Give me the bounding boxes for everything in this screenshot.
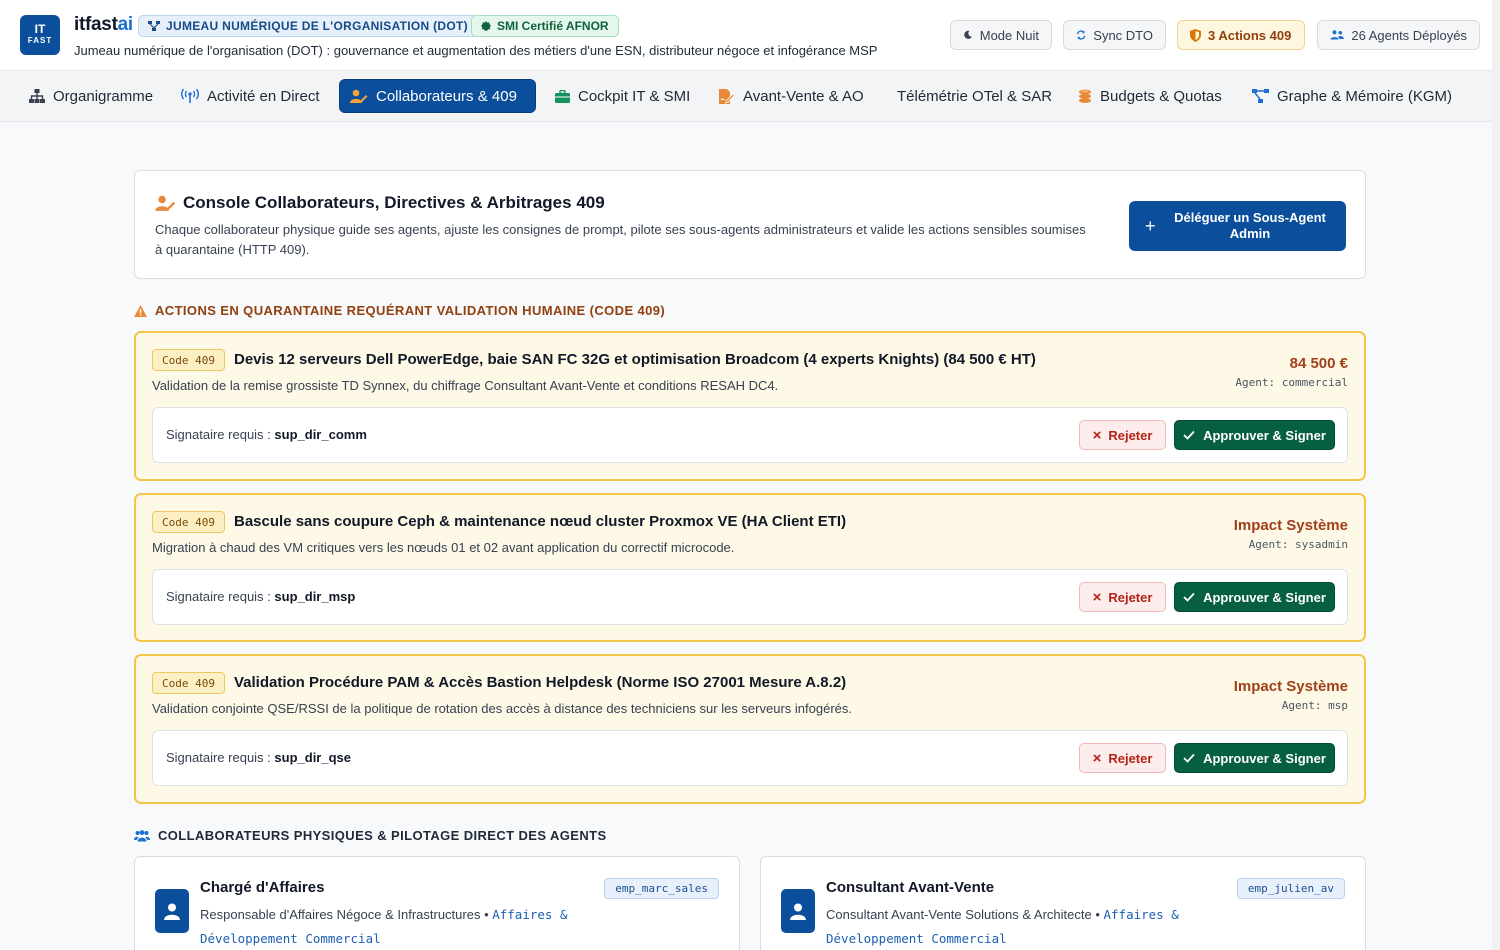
brand-name: itfastai: [74, 14, 133, 35]
collaborator-card[interactable]: Consultant Avant-Vente Consultant Avant-…: [760, 856, 1366, 950]
signer-label: Signataire requis : sup_dir_comm: [166, 427, 367, 442]
quarantine-item: Code 409 Devis 12 serveurs Dell PowerEdg…: [134, 331, 1366, 481]
quarantine-description: Migration à chaud des VM critiques vers …: [152, 540, 735, 555]
code-409-badge: Code 409: [152, 349, 225, 371]
approve-sign-button[interactable]: Approuver & Signer: [1174, 743, 1335, 773]
close-icon: ×: [1092, 426, 1102, 444]
main-nav: Organigramme Activité en Direct Collabor…: [0, 71, 1500, 122]
tab-activite[interactable]: Activité en Direct: [171, 79, 330, 113]
collaborator-name: Chargé d'Affaires: [200, 879, 325, 896]
avatar: [155, 889, 189, 933]
tab-telemetrie[interactable]: Télémétrie OTel & SAR: [887, 79, 1062, 113]
smi-badge: SMI Certifié AFNOR: [471, 15, 619, 37]
header-subtitle: Jumeau numérique de l'organisation (DOT)…: [74, 43, 878, 58]
certificate-icon: [481, 21, 491, 31]
quarantine-agent: Agent: sysadmin: [1248, 538, 1348, 551]
scrollbar[interactable]: [1492, 0, 1500, 950]
signer-label: Signataire requis : sup_dir_msp: [166, 589, 356, 604]
moon-icon: [964, 30, 972, 39]
reject-button[interactable]: × Rejeter: [1079, 582, 1166, 612]
quarantine-title: Devis 12 serveurs Dell PowerEdge, baie S…: [234, 351, 1036, 368]
quarantine-amount: 84 500 €: [1289, 355, 1348, 372]
user-edit-icon: [155, 195, 176, 211]
close-icon: ×: [1092, 749, 1102, 767]
app-logo[interactable]: IT FAST: [20, 15, 60, 55]
code-409-badge: Code 409: [152, 511, 225, 533]
reject-button[interactable]: × Rejeter: [1079, 743, 1166, 773]
tab-cockpit[interactable]: Cockpit IT & SMI: [545, 79, 700, 113]
console-title: Console Collaborateurs, Directives & Arb…: [183, 193, 605, 212]
employee-id-tag: emp_marc_sales: [604, 878, 719, 899]
tab-avant-vente[interactable]: Avant-Vente & AO: [709, 79, 874, 113]
actions-409-button[interactable]: 3 Actions 409: [1177, 20, 1305, 50]
tab-graphe[interactable]: Graphe & Mémoire (KGM): [1242, 79, 1462, 113]
signer-label: Signataire requis : sup_dir_qse: [166, 750, 351, 765]
broadcast-icon: [181, 89, 199, 103]
quarantine-description: Validation de la remise grossiste TD Syn…: [152, 378, 779, 393]
quarantine-impact: Impact Système: [1233, 517, 1348, 534]
file-signature-icon: [719, 88, 735, 104]
briefcase-icon: [555, 89, 570, 103]
collaborator-role: Consultant Avant-Vente Solutions & Archi…: [826, 907, 1179, 946]
night-mode-button[interactable]: Mode Nuit: [950, 20, 1052, 50]
collaborators-section-title: COLLABORATEURS PHYSIQUES & PILOTAGE DIRE…: [134, 828, 607, 843]
quarantine-item: Code 409 Bascule sans coupure Ceph & mai…: [134, 493, 1366, 642]
check-icon: [1183, 592, 1195, 602]
warning-icon: [134, 304, 147, 317]
signature-box: Signataire requis : sup_dir_qse × Rejete…: [152, 730, 1348, 786]
user-icon: [164, 903, 180, 920]
plus-icon: +: [1145, 216, 1156, 236]
collaborator-role: Responsable d'Affaires Négoce & Infrastr…: [200, 907, 568, 946]
users-icon: [134, 829, 150, 841]
quarantine-impact: Impact Système: [1233, 678, 1348, 695]
tab-collaborateurs[interactable]: Collaborateurs & 409: [339, 79, 536, 113]
network-icon: [148, 21, 160, 31]
dot-badge: JUMEAU NUMÉRIQUE DE L'ORGANISATION (DOT): [138, 15, 478, 37]
deployed-agents-button[interactable]: 26 Agents Déployés: [1317, 20, 1480, 50]
quarantine-description: Validation conjointe QSE/RSSI de la poli…: [152, 701, 852, 716]
delegate-sub-agent-button[interactable]: + Déléguer un Sous-Agent Admin: [1129, 201, 1346, 251]
close-icon: ×: [1092, 588, 1102, 606]
check-icon: [1183, 430, 1195, 440]
user-icon: [790, 903, 806, 920]
avatar: [781, 889, 815, 933]
employee-id-tag: emp_julien_av: [1236, 878, 1345, 899]
sync-dto-button[interactable]: Sync DTO: [1063, 20, 1166, 50]
collaborator-card[interactable]: Chargé d'Affaires Responsable d'Affaires…: [134, 856, 740, 950]
quarantine-title: Validation Procédure PAM & Accès Bastion…: [234, 674, 847, 691]
signature-box: Signataire requis : sup_dir_msp × Rejete…: [152, 569, 1348, 625]
approve-sign-button[interactable]: Approuver & Signer: [1174, 582, 1335, 612]
quarantine-section-title: ACTIONS EN QUARANTAINE REQUÉRANT VALIDAT…: [134, 303, 665, 318]
reject-button[interactable]: × Rejeter: [1079, 420, 1166, 450]
user-edit-icon: [350, 89, 368, 103]
code-409-badge: Code 409: [152, 672, 225, 694]
quarantine-item: Code 409 Validation Procédure PAM & Accè…: [134, 654, 1366, 804]
console-description: Chaque collaborateur physique guide ses …: [155, 222, 1086, 257]
signature-box: Signataire requis : sup_dir_comm × Rejet…: [152, 407, 1348, 463]
console-card: Console Collaborateurs, Directives & Arb…: [134, 170, 1366, 279]
tab-organigramme[interactable]: Organigramme: [19, 79, 163, 113]
tab-budgets[interactable]: Budgets & Quotas: [1068, 79, 1232, 113]
shield-icon: [1190, 28, 1201, 42]
quarantine-title: Bascule sans coupure Ceph & maintenance …: [234, 513, 847, 530]
sitemap-icon: [29, 89, 45, 103]
quarantine-agent: Agent: commercial: [1235, 376, 1348, 389]
sync-icon: [1077, 30, 1086, 40]
approve-sign-button[interactable]: Approuver & Signer: [1174, 420, 1335, 450]
project-diagram-icon: [1252, 89, 1269, 103]
check-icon: [1183, 753, 1195, 763]
users-icon: [1330, 30, 1344, 40]
coins-icon: [1079, 89, 1091, 103]
quarantine-agent: Agent: msp: [1281, 699, 1348, 712]
app-header: IT FAST itfastai JUMEAU NUMÉRIQUE DE L'O…: [0, 0, 1500, 71]
collaborator-name: Consultant Avant-Vente: [826, 879, 995, 896]
